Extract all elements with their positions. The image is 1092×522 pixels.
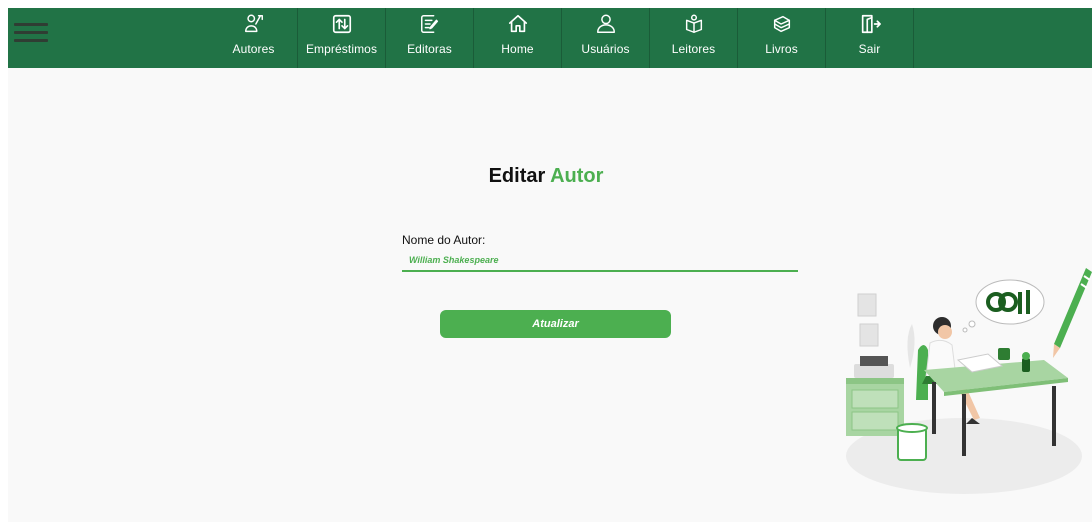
nav-item-home[interactable]: Home	[474, 8, 562, 68]
nav-label: Home	[501, 42, 534, 56]
hamburger-menu-icon[interactable]	[14, 23, 48, 47]
nav-label: Leitores	[671, 42, 716, 56]
nav-item-usuarios[interactable]: Usuários	[562, 8, 650, 68]
page-title: Editar Autor	[0, 165, 1092, 188]
logout-icon	[859, 13, 881, 35]
author-name-input[interactable]	[402, 250, 798, 272]
author-icon	[243, 13, 265, 35]
title-main: Editar	[488, 165, 546, 187]
home-icon	[507, 13, 529, 35]
nav-item-sair[interactable]: Sair	[826, 8, 914, 68]
title-accent: Autor	[550, 165, 604, 187]
nav-label: Usuários	[581, 42, 630, 56]
nav-label: Sair	[858, 42, 881, 56]
exchange-icon	[331, 13, 353, 35]
reading-woman-illustration	[832, 268, 1092, 498]
nav-item-editoras[interactable]: Editoras	[386, 8, 474, 68]
edit-note-icon	[419, 13, 441, 35]
nav-label: Editoras	[407, 42, 452, 56]
nav-items: Autores Empréstimos Editoras Home Usuári…	[210, 8, 914, 68]
nav-label: Livros	[765, 42, 798, 56]
update-button[interactable]: Atualizar	[440, 310, 671, 338]
books-icon	[771, 13, 793, 35]
nav-item-livros[interactable]: Livros	[738, 8, 826, 68]
reader-icon	[683, 13, 705, 35]
top-navbar: Autores Empréstimos Editoras Home Usuári…	[8, 8, 1092, 68]
nav-item-leitores[interactable]: Leitores	[650, 8, 738, 68]
nav-label: Empréstimos	[305, 42, 378, 56]
nav-item-autores[interactable]: Autores	[210, 8, 298, 68]
nav-label: Autores	[232, 42, 275, 56]
author-name-label: Nome do Autor:	[402, 233, 486, 247]
nav-item-emprestimos[interactable]: Empréstimos	[298, 8, 386, 68]
user-icon	[595, 13, 617, 35]
